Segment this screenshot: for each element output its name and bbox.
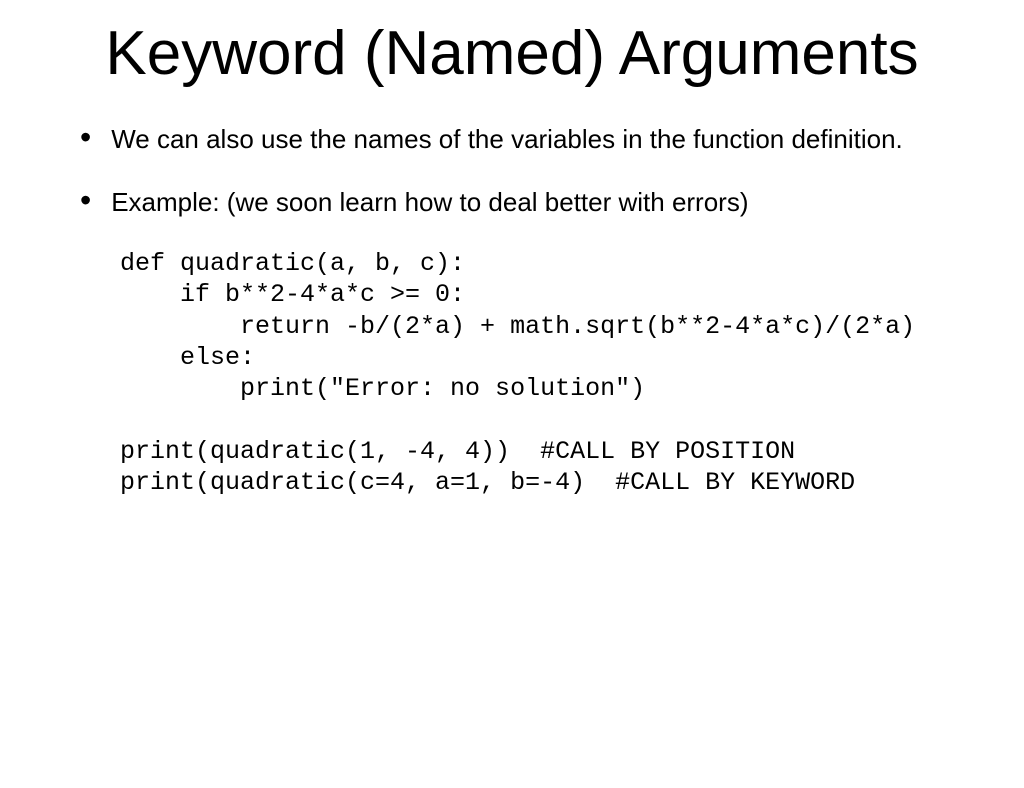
bullet-text: We can also use the names of the variabl… xyxy=(111,123,903,156)
bullet-icon: • xyxy=(80,121,91,153)
bullet-item: • Example: (we soon learn how to deal be… xyxy=(80,186,954,219)
slide-container: Keyword (Named) Arguments • We can also … xyxy=(0,20,1024,788)
bullet-icon: • xyxy=(80,184,91,216)
bullet-item: • We can also use the names of the varia… xyxy=(80,123,954,156)
code-block: def quadratic(a, b, c): if b**2-4*a*c >=… xyxy=(120,248,1024,498)
slide-title: Keyword (Named) Arguments xyxy=(0,20,1024,88)
bullet-text: Example: (we soon learn how to deal bett… xyxy=(111,186,748,219)
bullet-list: • We can also use the names of the varia… xyxy=(80,123,954,218)
